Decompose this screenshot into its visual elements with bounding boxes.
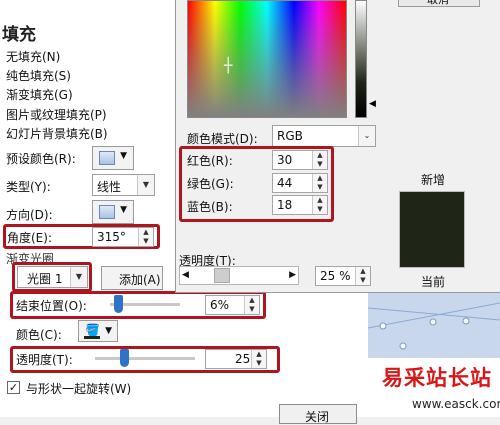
direction-swatch-icon [99,205,115,219]
end-position-input[interactable]: 6% ▲ ▼ [205,295,260,315]
preset-swatch-icon [99,151,115,165]
blue-label: 蓝色(B): [187,200,233,214]
color-picker-button[interactable]: 🪣 ▼ [78,320,118,342]
blue-spinner[interactable]: ▲ ▼ [312,196,327,214]
chevron-down-icon: ▼ [70,267,87,287]
chevron-down-icon: ⌄ [358,126,375,146]
end-position-slider[interactable] [114,295,124,313]
crosshair-icon: ┼ [224,58,233,74]
luminance-pointer-icon[interactable]: ◀ [369,99,376,109]
green-value: 44 [277,176,293,190]
color-mode-label: 颜色模式(D): [187,132,258,146]
dialog-transparency-input[interactable]: 25 % ▲ ▼ [315,266,371,286]
angle-input[interactable]: 315° ▲ ▼ [92,227,154,247]
fill-option-slide-bg[interactable]: 幻灯片背景填充(B) [6,125,108,142]
cancel-button-label: 取消 [427,0,449,7]
close-button[interactable]: 关闭 [279,404,357,424]
type-select[interactable]: 线性 ▼ [92,174,155,196]
dialog-transparency-value: 25 % [320,269,351,283]
rotate-with-shape-checkbox[interactable]: ✓ [7,381,20,394]
red-spinner[interactable]: ▲ ▼ [312,151,327,169]
transparency-slider[interactable] [120,349,129,367]
cancel-button[interactable]: 取消 [398,0,480,7]
scroll-right-icon[interactable]: ▶ [289,270,296,280]
transparency-spinner[interactable]: ▲ ▼ [251,350,266,368]
green-label: 绿色(G): [187,177,234,191]
current-color-label: 当前 [421,275,446,289]
end-position-spinner[interactable]: ▲ ▼ [244,296,259,314]
angle-spinner[interactable]: ▲ ▼ [138,228,153,246]
preset-colors-label: 预设颜色(R): [6,152,76,166]
blue-input[interactable]: 18 ▲ ▼ [272,195,328,215]
angle-value: 315° [97,230,126,244]
rotate-with-shape-label: 与形状一起旋转(W) [26,382,132,396]
color-mode-value: RGB [277,129,303,143]
panel-title: 填充 [2,25,36,45]
add-stop-button[interactable]: 添加(A) [101,266,163,290]
end-position-label: 结束位置(O): [16,299,87,313]
green-spinner[interactable]: ▲ ▼ [312,174,327,192]
type-label: 类型(Y): [6,180,51,194]
gradient-stop-value: 光圈 1 [27,272,63,286]
dialog-transparency-thumb[interactable] [214,268,230,283]
transparency-label: 透明度(T): [16,353,73,367]
caret-down-icon: ▼ [120,205,127,215]
color-preview [399,191,465,268]
red-value: 30 [277,153,293,167]
color-label: 颜色(C): [16,328,62,342]
chevron-down-icon: ▼ [137,175,154,195]
add-stop-label: 添加(A) [119,273,161,287]
type-select-value: 线性 [97,180,122,194]
caret-down-icon: ▼ [105,326,112,336]
transparency-input[interactable]: 25% ▲ ▼ [205,349,267,369]
red-input[interactable]: 30 ▲ ▼ [272,150,328,170]
angle-label: 角度(E): [7,231,52,245]
watermark-url: www.easck.com [412,397,500,411]
direction-button[interactable]: ▼ [92,200,134,224]
transparency-track[interactable] [95,357,195,360]
fill-option-none[interactable]: 无填充(N) [6,48,60,65]
fill-option-gradient[interactable]: 渐变填充(G) [6,86,73,103]
fill-option-solid[interactable]: 纯色填充(S) [6,67,71,84]
red-label: 红色(R): [187,154,233,168]
caret-down-icon: ▼ [120,151,127,161]
paint-bucket-icon: 🪣 [85,323,100,337]
green-input[interactable]: 44 ▲ ▼ [272,173,328,193]
dialog-transparency-scrollbar[interactable]: ◀ ▶ [179,266,299,285]
fill-option-picture[interactable]: 图片或纹理填充(P) [6,106,107,123]
preset-colors-button[interactable]: ▼ [92,146,134,170]
direction-label: 方向(D): [6,208,53,222]
color-spectrum[interactable]: ┼ [187,0,347,118]
end-position-value: 6% [210,298,230,312]
blue-value: 18 [277,198,293,212]
watermark-title: 易采站长站 [382,365,492,390]
color-mode-select[interactable]: RGB ⌄ [272,125,376,147]
luminance-strip[interactable] [355,0,367,118]
gradient-stop-select[interactable]: 光圈 1 ▼ [17,266,88,288]
current-color-bar [84,336,100,339]
new-color-label: 新增 [421,173,446,187]
scroll-left-icon[interactable]: ◀ [182,270,189,280]
dialog-transparency-spinner[interactable]: ▲ ▼ [355,267,370,285]
